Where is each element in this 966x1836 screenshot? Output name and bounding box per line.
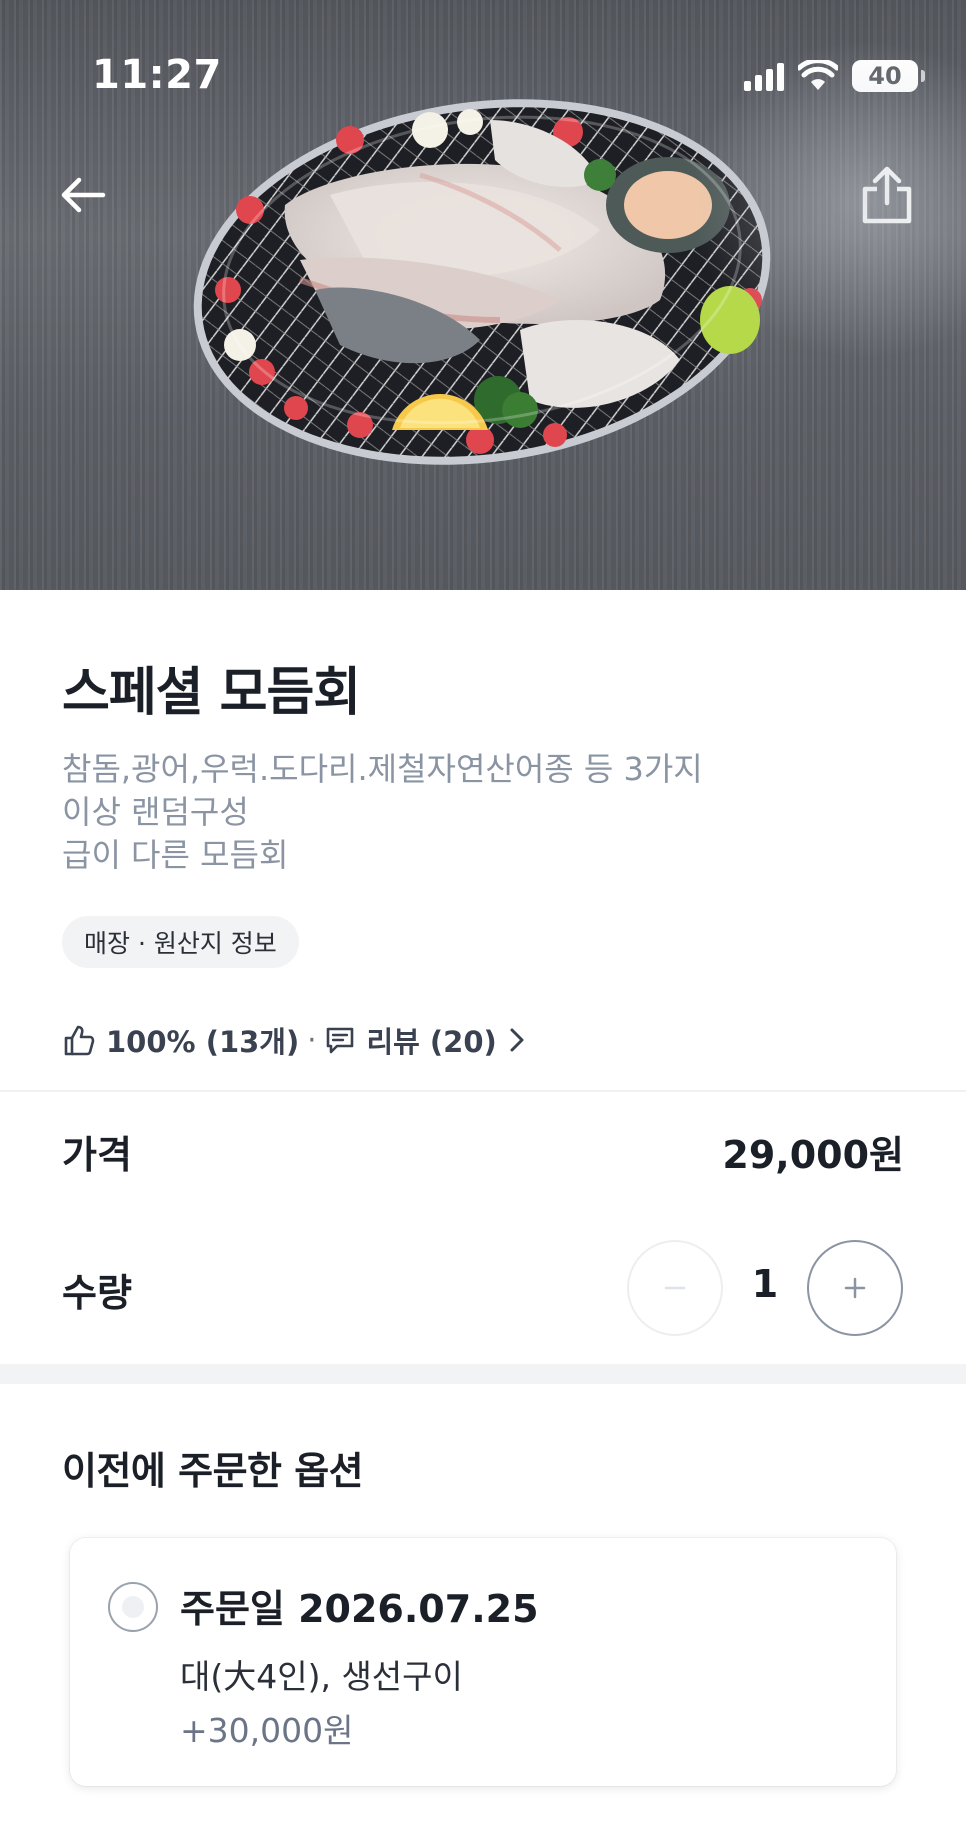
rating-row: 100% (13개) · 리뷰 (20) [62, 1018, 529, 1062]
comment-icon [324, 1024, 356, 1056]
quantity-decrease-button[interactable] [627, 1240, 723, 1336]
product-description: 참돔,광어,우럭.도다리.제철자연산어종 등 3가지 이상 랜덤구성 급이 다른… [62, 748, 882, 877]
minus-icon [664, 1286, 686, 1290]
plus-icon [844, 1277, 866, 1299]
quantity-label: 수량 [62, 1271, 132, 1315]
order-detail: 대(大4인), 생선구이 [180, 1657, 463, 1696]
divider [0, 1090, 966, 1092]
description-line: 급이 다른 모듬회 [62, 836, 289, 874]
status-time: 11:27 [92, 52, 222, 98]
thumbs-up-icon [62, 1023, 96, 1057]
share-button[interactable] [852, 160, 922, 230]
order-date: 주문일 2026.07.25 [180, 1587, 539, 1631]
product-image: 11:27 40 [0, 0, 966, 590]
option-radio[interactable] [108, 1582, 158, 1632]
rating-value: 100% (13개) [106, 1025, 300, 1059]
quantity-increase-button[interactable] [807, 1240, 903, 1336]
previous-order-option-card[interactable]: 주문일 2026.07.25 대(大4인), 생선구이 +30,000원 [70, 1538, 896, 1786]
review-count: 리뷰 (20) [366, 1025, 497, 1059]
status-icons: 40 [744, 58, 925, 94]
description-line: 참돔,광어,우럭.도다리.제철자연산어종 등 3가지 [62, 750, 703, 788]
rating-separator: · [307, 1023, 317, 1057]
battery-icon: 40 [852, 60, 925, 92]
price-value: 29,000원 [722, 1133, 904, 1177]
product-title: 스페셜 모듬회 [62, 663, 361, 723]
wifi-icon [798, 60, 838, 90]
share-icon [862, 166, 912, 224]
chevron-right-icon [510, 1028, 524, 1052]
back-arrow-icon [61, 177, 106, 213]
cellular-signal-icon [744, 61, 784, 91]
price-label: 가격 [62, 1133, 132, 1177]
section-divider [0, 1364, 966, 1384]
back-button[interactable] [48, 160, 118, 230]
origin-info-chip[interactable]: 매장 · 원산지 정보 [62, 916, 299, 968]
previous-options-title: 이전에 주문한 옵션 [62, 1449, 364, 1493]
order-price: +30,000원 [180, 1711, 354, 1750]
quantity-value: 1 [751, 1262, 779, 1306]
review-link[interactable]: 리뷰 (20) [324, 1019, 528, 1061]
description-line: 이상 랜덤구성 [62, 793, 249, 831]
